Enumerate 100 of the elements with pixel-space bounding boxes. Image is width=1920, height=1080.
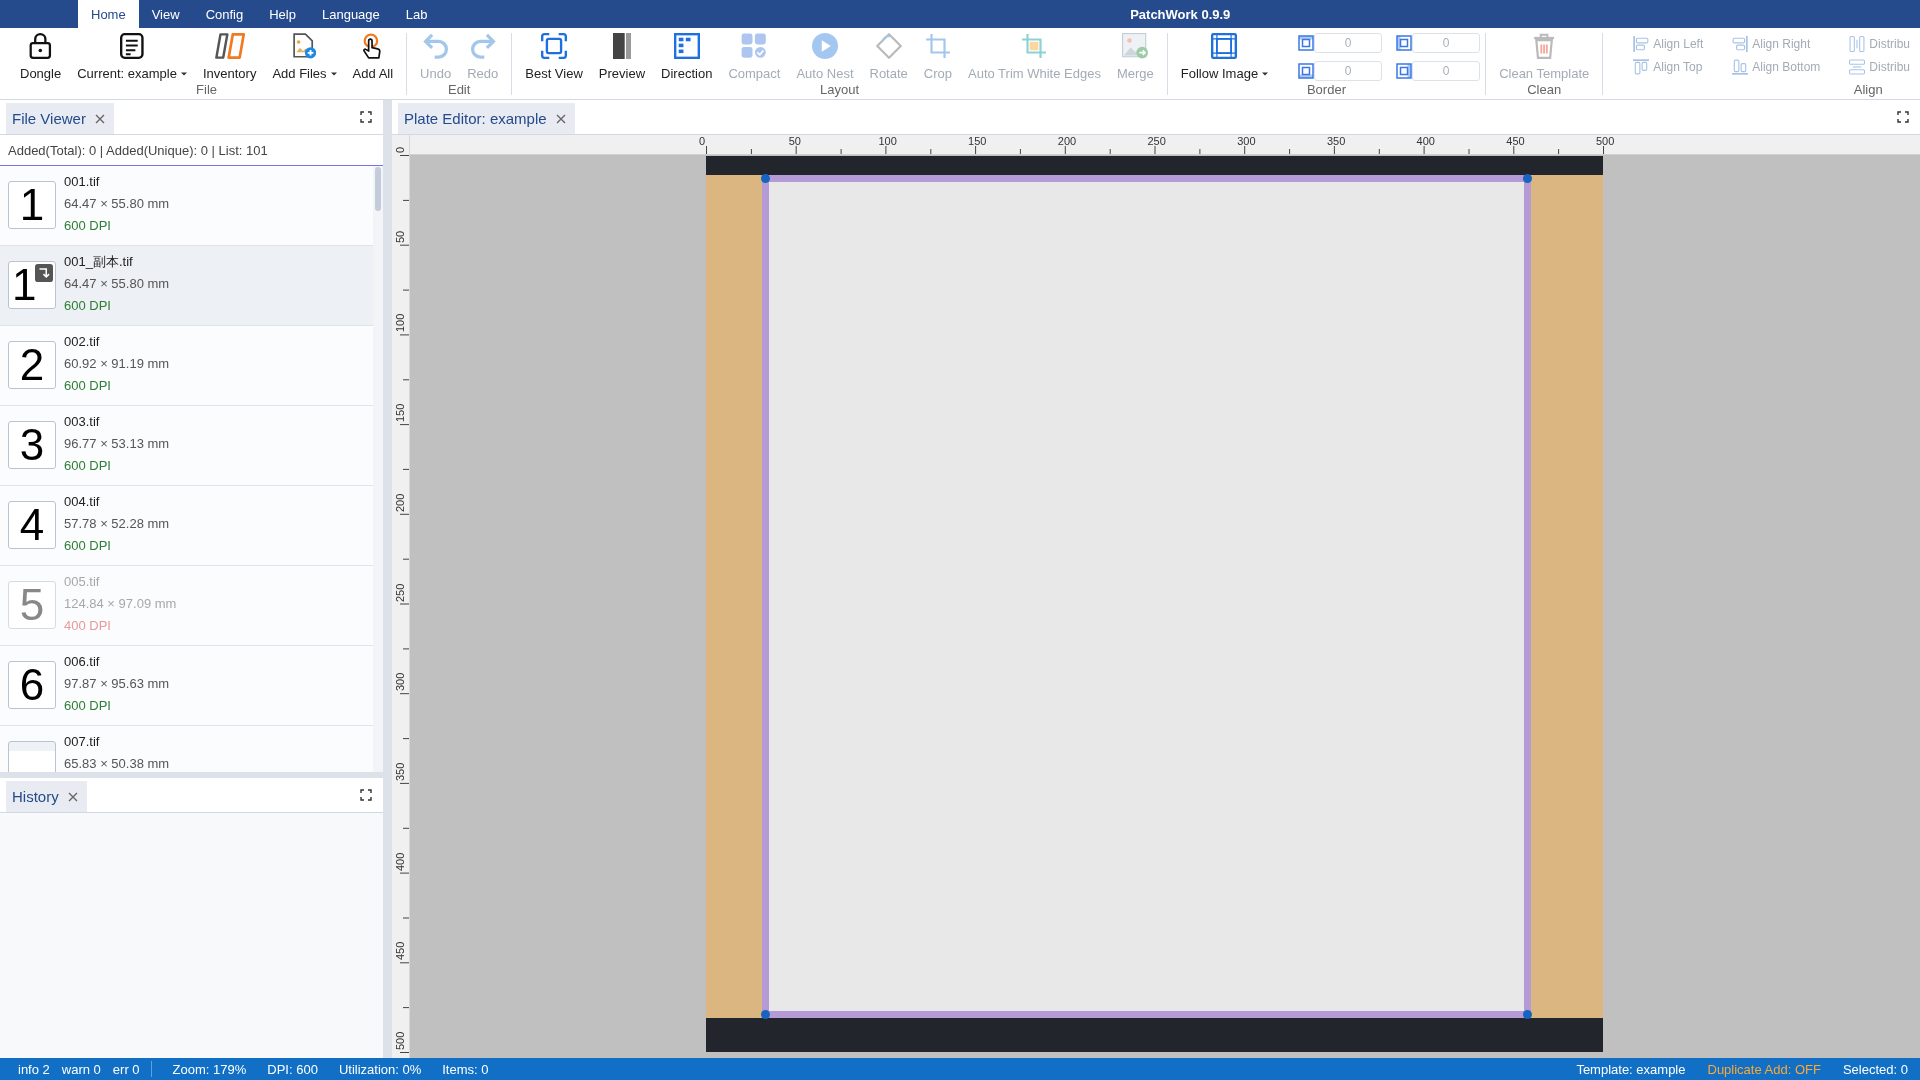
file-size: 97.87 × 95.63 mm: [64, 675, 170, 693]
frame-icon: [1211, 33, 1238, 59]
expand-icon[interactable]: [360, 111, 372, 123]
rows-icon: [1849, 59, 1866, 75]
expand-icon[interactable]: [1897, 111, 1909, 123]
ribbon-group-label: Clean: [1527, 82, 1562, 97]
thumbnail-digit: 6: [19, 662, 45, 708]
direction-button[interactable]: Direction: [653, 28, 721, 83]
play-icon: [811, 33, 838, 59]
close-icon[interactable]: [94, 113, 105, 124]
trash-icon: [1533, 33, 1556, 59]
ruler-label: 0: [394, 146, 406, 153]
ruler-label: 400: [394, 852, 406, 871]
log-count: info 2: [18, 1061, 50, 1077]
preview-icon: [612, 33, 632, 59]
file-size: 57.78 × 52.28 mm: [64, 515, 170, 533]
align-bottom-icon: [1732, 59, 1749, 75]
dongle-button[interactable]: Dongle: [12, 28, 70, 83]
menu-tab[interactable]: Home: [78, 0, 139, 28]
status-text: Template: example: [1576, 1061, 1686, 1077]
handle-icon[interactable]: [761, 174, 770, 183]
border-top-icon: [1298, 35, 1315, 51]
add-files-button[interactable]: Add Files: [264, 28, 345, 83]
ruler-label: 300: [394, 672, 406, 692]
ribbon-group-label: File: [196, 82, 217, 97]
file-name: 003.tif: [64, 413, 101, 431]
inventory-icon: [214, 33, 245, 59]
panel-tab[interactable]: File Viewer: [6, 103, 114, 134]
file-name: 006.tif: [64, 653, 101, 671]
add-file-icon: [292, 33, 317, 59]
file-dpi: 400 DPI: [64, 617, 112, 635]
file-summary: Added(Total): 0 | Added(Unique): 0 | List: 101: [8, 142, 268, 158]
file-list-item[interactable]: 1 001_副本.tif 64.47 × 55.80 mm 600 DPI: [0, 246, 373, 326]
fit-view-icon: [541, 33, 568, 59]
status-text: Selected: 0: [1842, 1061, 1908, 1077]
columns-icon: [1849, 36, 1866, 52]
ruler-label: 400: [1416, 135, 1435, 147]
ruler-label: 100: [394, 314, 406, 333]
undo-icon: [422, 33, 449, 59]
close-icon[interactable]: [555, 113, 566, 124]
thumbnail-digit: 2: [19, 342, 45, 388]
ruler-label: 150: [968, 135, 987, 147]
ribbon-group-label: Edit: [447, 82, 471, 97]
thumbnail-digit: 3: [19, 422, 45, 468]
image-merge-icon: [1122, 33, 1149, 59]
file-list-item[interactable]: 4 004.tif 57.78 × 52.28 mm 600 DPI: [0, 486, 373, 566]
redo-icon: [469, 33, 496, 59]
file-list-item[interactable]: 007.tif 65.83 × 50.38 mm: [0, 726, 373, 772]
menu-tab[interactable]: View: [138, 0, 193, 28]
ruler-label: 250: [1147, 135, 1166, 147]
preview-button[interactable]: Preview: [590, 28, 654, 83]
best-view-button[interactable]: Best View: [517, 28, 591, 83]
menu-tab[interactable]: Config: [192, 0, 257, 28]
close-icon[interactable]: [67, 791, 78, 802]
ruler-label: 500: [1596, 135, 1615, 147]
follow-image-button[interactable]: Follow Image: [1172, 28, 1277, 83]
file-size: 65.83 × 50.38 mm: [64, 755, 170, 772]
menu-tab[interactable]: Help: [256, 0, 309, 28]
panel-tab[interactable]: Plate Editor: example: [398, 103, 575, 134]
file-size: 64.47 × 55.80 mm: [64, 275, 170, 293]
thumbnail-digit: 4: [19, 502, 45, 548]
window-title: PatchWork 0.9.9: [1130, 6, 1231, 22]
border-left-icon: [1396, 35, 1413, 51]
handle-icon[interactable]: [1523, 174, 1532, 183]
status-text: DPI: 600: [267, 1061, 318, 1077]
panel-tab[interactable]: History: [6, 781, 87, 812]
ruler-label: 450: [1506, 135, 1525, 147]
ribbon-group-label: Border: [1306, 82, 1346, 97]
handle-icon[interactable]: [761, 1010, 770, 1019]
handle-icon[interactable]: [1523, 1010, 1532, 1019]
border-right-icon: [1396, 63, 1413, 79]
file-size: 96.77 × 53.13 mm: [64, 435, 170, 453]
ruler-label: 200: [394, 493, 406, 512]
file-list-item[interactable]: 6 006.tif 97.87 × 95.63 mm 600 DPI: [0, 646, 373, 726]
file-name: 004.tif: [64, 493, 101, 511]
file-name: 007.tif: [64, 733, 101, 751]
log-count: err 0: [112, 1061, 140, 1077]
align-top-icon: [1633, 59, 1650, 75]
expand-icon[interactable]: [360, 789, 372, 801]
menu-tab[interactable]: Lab: [392, 0, 441, 28]
file-list-item[interactable]: 3 003.tif 96.77 × 53.13 mm 600 DPI: [0, 406, 373, 486]
current-template-button[interactable]: Current: example: [69, 28, 195, 83]
thumbnail-digit: 1: [19, 182, 45, 228]
crop-icon: [924, 33, 951, 59]
add-all-button[interactable]: Add All: [344, 28, 402, 83]
align-left-icon: [1633, 36, 1650, 52]
file-list-item[interactable]: 2 002.tif 60.92 × 91.19 mm 600 DPI: [0, 326, 373, 406]
inventory-button[interactable]: Inventory: [194, 28, 265, 83]
file-dpi: 600 DPI: [64, 377, 112, 395]
status-text: Duplicate Add: OFF: [1707, 1061, 1821, 1077]
ruler-label: 50: [394, 230, 406, 243]
file-list-item[interactable]: 1 001.tif 64.47 × 55.80 mm 600 DPI: [0, 166, 373, 246]
ruler-label: 300: [1237, 135, 1256, 147]
lock-icon: [29, 33, 52, 59]
thumbnail-digit: 5: [19, 582, 45, 628]
scrollbar[interactable]: [375, 167, 381, 211]
ruler-label: 500: [394, 1031, 406, 1050]
ruler-label: 150: [394, 403, 406, 423]
status-text: Items: 0: [442, 1061, 489, 1077]
menu-tab[interactable]: Language: [308, 0, 393, 28]
